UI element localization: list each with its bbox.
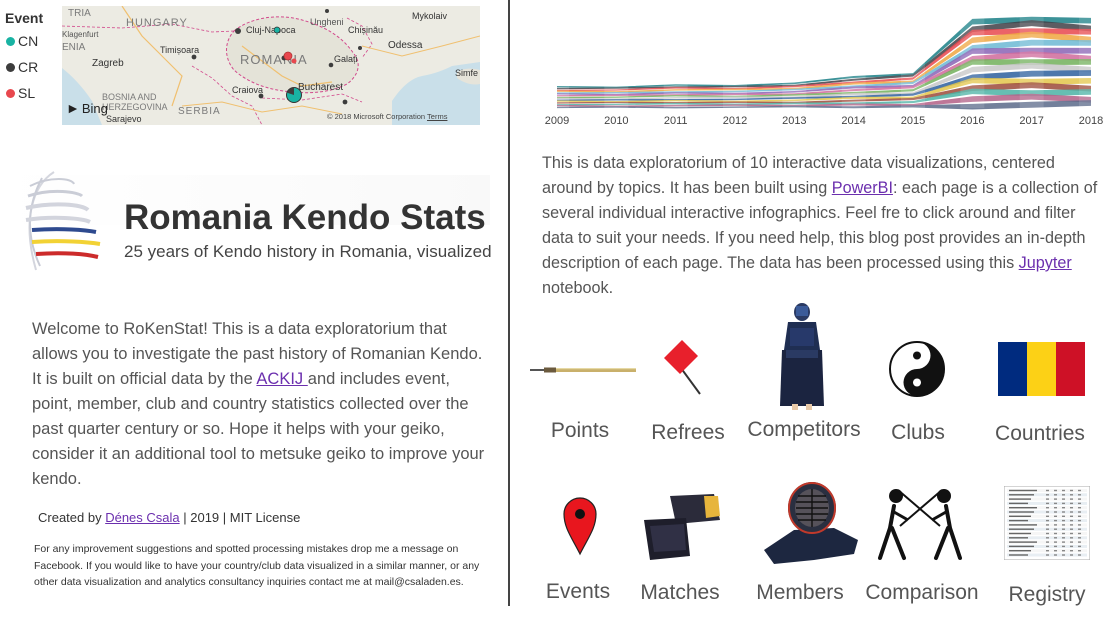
page-title: Romania Kendo Stats	[124, 198, 486, 237]
panel-divider	[508, 0, 510, 606]
map-label: TRIA	[68, 8, 91, 19]
cn-dot-icon	[6, 36, 15, 46]
nav-countries[interactable]: Countries	[990, 330, 1092, 450]
about-text: This is data exploratorium of 10 interac…	[542, 154, 1098, 297]
event-map[interactable]: TRIA HUNGARY Cluj-Napoca Ungheni Chișină…	[62, 6, 480, 125]
nav-clubs[interactable]: Clubs	[870, 330, 966, 450]
map-label: HUNGARY	[126, 17, 188, 29]
bing-logo: ► Bing	[66, 100, 108, 116]
year-tick-label: 2013	[782, 115, 806, 126]
year-tick-label: 2012	[723, 115, 747, 126]
map-label: SERBIA	[178, 106, 221, 117]
yin-yang-icon	[889, 341, 945, 397]
legend-label: CR	[18, 59, 39, 75]
map-label: Cluj-Napoca	[246, 25, 296, 35]
table-registry-icon	[1004, 486, 1090, 560]
map-label: Galați	[334, 54, 358, 64]
map-label: Ungheni	[310, 17, 344, 27]
year-tick-label: 2011	[664, 115, 688, 126]
nav-refrees[interactable]: Refrees	[640, 330, 740, 450]
year-tick-label: 2016	[960, 115, 984, 126]
map-label: Chișinău	[348, 25, 383, 35]
credit-line: Created by Dénes Csala | 2019 | MIT Lice…	[38, 510, 301, 525]
map-label: BOSNIA AND	[102, 92, 157, 102]
nav-label: Matches	[640, 581, 720, 604]
map-label: Sarajevo	[106, 114, 142, 124]
year-tick-label: 2017	[1019, 115, 1043, 126]
powerbi-link[interactable]: PowerBI	[832, 179, 893, 197]
map-label: HERZEGOVINA	[102, 102, 168, 112]
bing-icon: ►	[66, 100, 80, 116]
year-tick-label: 2010	[604, 115, 628, 126]
kendo-logo-icon	[12, 166, 112, 276]
legend-item-cn[interactable]: CN	[6, 33, 38, 49]
referee-flag-icon	[664, 340, 701, 395]
men-helmet-icon	[764, 482, 858, 564]
legend-label: CN	[18, 33, 39, 49]
legend-title: Event	[5, 10, 44, 26]
nav-label: Clubs	[891, 421, 945, 444]
map-label: ENIA	[62, 42, 86, 53]
kote-gloves-icon	[644, 494, 720, 560]
timeline-stream-chart[interactable]: 2009 2010 2011 2012 2013 2014 2015 2016 2017 2018	[545, 6, 1103, 127]
map-label: Mykolaiv	[412, 11, 448, 21]
map-terms-link[interactable]: Terms	[427, 112, 447, 121]
map-label: Timișoara	[160, 45, 199, 55]
map-label: Bucharest	[298, 82, 343, 93]
nav-points[interactable]: Points	[528, 340, 640, 450]
nav-competitors[interactable]: Competitors	[742, 300, 866, 450]
sl-dot-icon	[6, 88, 15, 98]
nav-label: Competitors	[747, 418, 861, 441]
nav-matches[interactable]: Matches	[636, 480, 728, 608]
cr-dot-icon	[6, 62, 15, 72]
map-label: Simfe	[455, 68, 478, 78]
year-tick-label: 2009	[545, 115, 569, 126]
legend-label: SL	[18, 85, 36, 101]
nav-events[interactable]: Events	[540, 490, 620, 608]
nav-label: Points	[550, 419, 610, 442]
nav-label: Countries	[995, 422, 1085, 445]
nav-label: Registry	[1008, 583, 1086, 606]
nav-comparison[interactable]: Comparison	[864, 480, 982, 608]
year-tick-label: 2018	[1079, 115, 1103, 126]
contact-text: For any improvement suggestions and spot…	[34, 543, 480, 588]
page-subtitle: 25 years of Kendo history in Romania, vi…	[124, 242, 492, 261]
nav-label: Comparison	[865, 581, 979, 604]
welcome-text: Welcome to RoKenStat! This is a data exp…	[32, 320, 485, 488]
romania-flag-icon	[998, 342, 1085, 396]
year-tick-label: 2014	[841, 115, 865, 126]
kendoka-icon	[780, 303, 824, 410]
jupyter-link[interactable]: Jupyter	[1019, 254, 1072, 272]
nav-label: Events	[545, 580, 611, 603]
author-link[interactable]: Dénes Csala	[105, 510, 179, 525]
nav-label: Members	[756, 581, 844, 604]
nav-registry[interactable]: Registry	[994, 480, 1098, 608]
legend-item-sl[interactable]: SL	[6, 85, 35, 101]
map-label: Odessa	[388, 40, 423, 51]
map-pin-icon	[563, 497, 597, 556]
map-label: ROMANIA	[240, 52, 308, 67]
fencers-icon	[878, 489, 962, 560]
map-attribution: © 2018 Microsoft Corporation Terms	[327, 112, 448, 121]
legend-item-cr[interactable]: CR	[6, 59, 38, 75]
year-tick-label: 2015	[901, 115, 925, 126]
nav-label: Refrees	[651, 421, 725, 444]
nav-members[interactable]: Members	[750, 480, 862, 608]
ackij-link[interactable]: ACKIJ	[256, 370, 307, 388]
map-label: Klagenfurt	[62, 30, 99, 39]
shinai-icon	[530, 367, 636, 373]
map-label: Craiova	[232, 85, 263, 95]
map-label: Zagreb	[92, 58, 124, 69]
